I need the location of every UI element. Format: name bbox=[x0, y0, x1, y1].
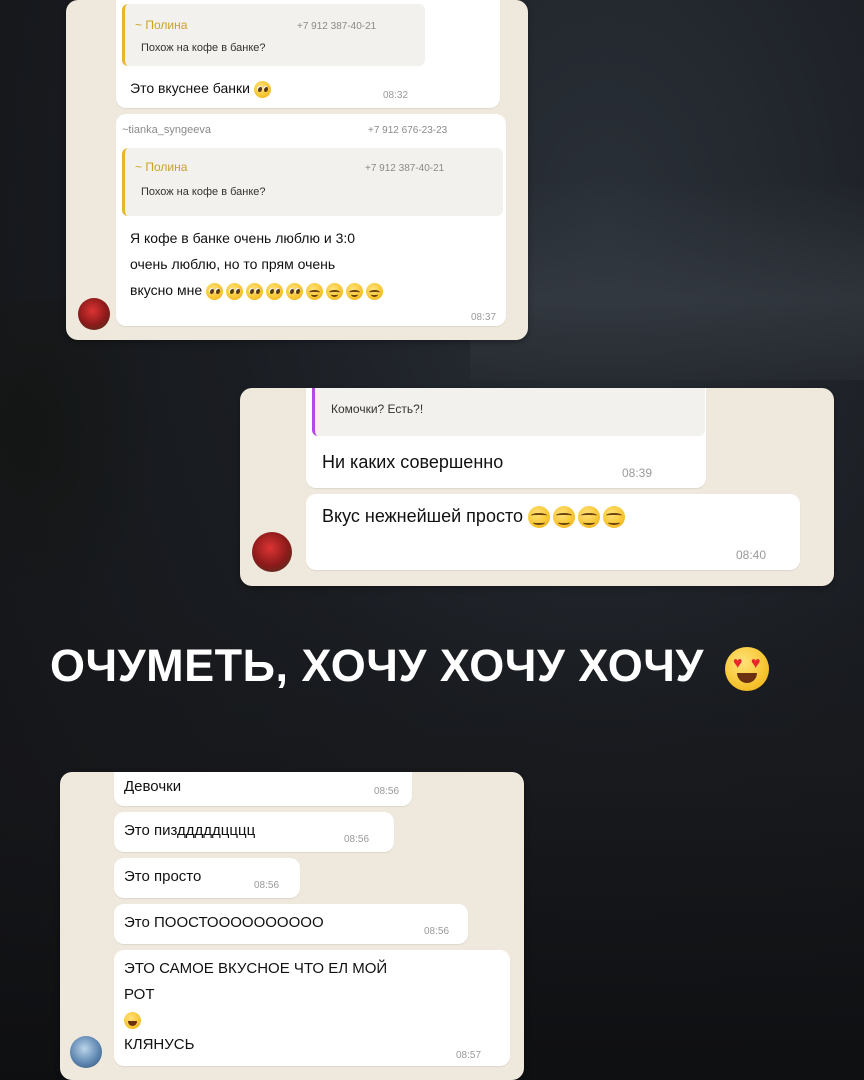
background-palm bbox=[0, 300, 160, 620]
message-line: РОТ bbox=[124, 986, 155, 1003]
message-time: 08:56 bbox=[254, 880, 280, 891]
message-text: Это пиздддддцццц bbox=[124, 822, 256, 839]
pleading-face-emoji bbox=[286, 282, 304, 300]
message-time: 08:32 bbox=[383, 90, 409, 101]
message-time: 08:56 bbox=[424, 926, 450, 937]
quote-text: Похож на кофе в банке? bbox=[141, 186, 266, 198]
message-line: Я кофе в банке очень люблю и 3:0 bbox=[130, 230, 356, 246]
message-line: ЭТО САМОЕ ВКУСНОЕ ЧТО ЕЛ МОЙ bbox=[124, 960, 388, 977]
avatar[interactable] bbox=[252, 532, 292, 572]
message-line: КЛЯНУСЬ bbox=[124, 1036, 195, 1053]
pleading-face-emoji bbox=[246, 282, 264, 300]
message-time: 08:39 bbox=[622, 466, 653, 480]
message-bubble[interactable]: ~ Полина +7 912 387-40-21 Похож на кофе … bbox=[116, 0, 500, 108]
quote-sender: ~ Полина bbox=[135, 160, 188, 174]
pleading-face-emoji bbox=[206, 282, 224, 300]
relieved-face-emoji bbox=[528, 506, 551, 529]
reply-quote[interactable]: ~ Полина +7 912 387-40-21 Похож на кофе … bbox=[122, 148, 503, 216]
pleading-face-emoji bbox=[226, 282, 244, 300]
message-bubble[interactable]: Девочки 08:56 bbox=[114, 772, 412, 806]
message-time: 08:57 bbox=[456, 1050, 482, 1061]
message-text: Это ПООСТОООООООООО bbox=[124, 914, 324, 931]
quote-text: Похож на кофе в банке? bbox=[141, 42, 266, 54]
pleading-face-emoji bbox=[266, 282, 284, 300]
reply-quote[interactable]: ~ Полина +7 912 387-40-21 Похож на кофе … bbox=[122, 4, 425, 66]
message-text: Девочки bbox=[124, 778, 182, 795]
background-city bbox=[470, 180, 864, 380]
message-line: вкусно мне bbox=[130, 282, 386, 300]
chat-screenshot-2: Комочки? Есть?! Ни каких совершенно 08:3… bbox=[240, 388, 834, 586]
avatar[interactable] bbox=[78, 298, 110, 330]
message-bubble[interactable]: Комочки? Есть?! Ни каких совершенно 08:3… bbox=[306, 388, 706, 488]
message-text: Вкус нежнейшей просто bbox=[322, 506, 628, 529]
reply-quote[interactable]: Комочки? Есть?! bbox=[312, 388, 705, 436]
message-bubble[interactable]: Это просто 08:56 bbox=[114, 858, 300, 898]
message-bubble[interactable]: Это пиздддддцццц 08:56 bbox=[114, 812, 394, 852]
quote-sender: ~ Полина bbox=[135, 18, 188, 32]
sender-phone: +7 912 676-23-23 bbox=[368, 125, 448, 136]
heart-eyes-emoji bbox=[724, 647, 769, 692]
message-bubble[interactable]: ЭТО САМОЕ ВКУСНОЕ ЧТО ЕЛ МОЙ РОТ КЛЯНУСЬ… bbox=[114, 950, 510, 1066]
message-text: Ни каких совершенно bbox=[322, 452, 504, 472]
pleading-face-emoji bbox=[253, 80, 271, 98]
relieved-face-emoji bbox=[326, 282, 344, 300]
message-bubble[interactable]: ~tianka_syngeeva +7 912 676-23-23 ~ Поли… bbox=[116, 114, 506, 326]
message-time: 08:56 bbox=[344, 834, 370, 845]
quote-text: Комочки? Есть?! bbox=[331, 402, 424, 416]
avatar[interactable] bbox=[70, 1036, 102, 1068]
message-time: 08:40 bbox=[736, 548, 767, 562]
message-line: очень люблю, но то прям очень bbox=[130, 256, 336, 272]
message-time: 08:56 bbox=[374, 786, 400, 797]
message-bubble[interactable]: Вкус нежнейшей просто 08:40 bbox=[306, 494, 800, 570]
relieved-face-emoji bbox=[306, 282, 324, 300]
quote-phone: +7 912 387-40-21 bbox=[297, 21, 377, 32]
message-time: 08:37 bbox=[471, 312, 497, 323]
relieved-face-emoji bbox=[366, 282, 384, 300]
relieved-face-emoji bbox=[603, 506, 626, 529]
chat-screenshot-3: Девочки 08:56 Это пиздддддцццц 08:56 Это… bbox=[60, 772, 524, 1080]
message-bubble[interactable]: Это ПООСТОООООООООО 08:56 bbox=[114, 904, 468, 944]
message-text: Это вкуснее банки bbox=[130, 80, 274, 98]
face-with-tears-of-joy-emoji bbox=[124, 1012, 141, 1029]
relieved-face-emoji bbox=[346, 282, 364, 300]
sender-name: ~tianka_syngeeva bbox=[122, 124, 211, 136]
headline: ОЧУМЕТЬ, ХОЧУ ХОЧУ ХОЧУ bbox=[50, 640, 772, 692]
relieved-face-emoji bbox=[553, 506, 576, 529]
chat-screenshot-1: ~ Полина +7 912 387-40-21 Похож на кофе … bbox=[66, 0, 528, 340]
quote-phone: +7 912 387-40-21 bbox=[365, 163, 445, 174]
message-text: Это просто bbox=[124, 868, 202, 885]
relieved-face-emoji bbox=[578, 506, 601, 529]
